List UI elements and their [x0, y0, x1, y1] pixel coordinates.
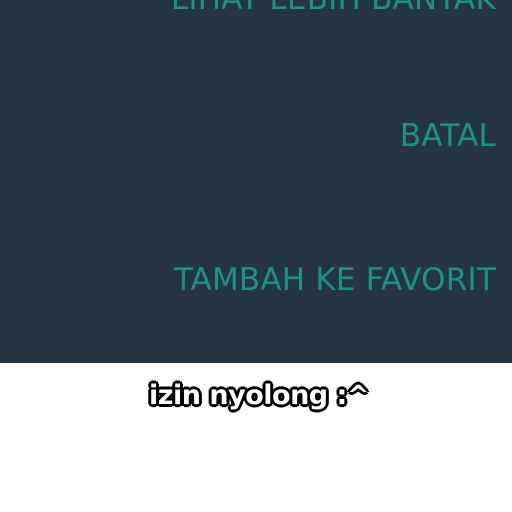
screenshot-frame: LIHAT LEBIH BANYAK BATAL TAMBAH KE FAVOR…: [0, 0, 512, 512]
see-more-button[interactable]: LIHAT LEBIH BANYAK: [171, 0, 496, 15]
caption-text: izin nyolong :^: [149, 380, 369, 411]
add-to-favorites-button[interactable]: TAMBAH KE FAVORIT: [174, 265, 496, 296]
cancel-button[interactable]: BATAL: [400, 121, 496, 152]
options-dialog: LIHAT LEBIH BANYAK BATAL TAMBAH KE FAVOR…: [0, 0, 512, 363]
